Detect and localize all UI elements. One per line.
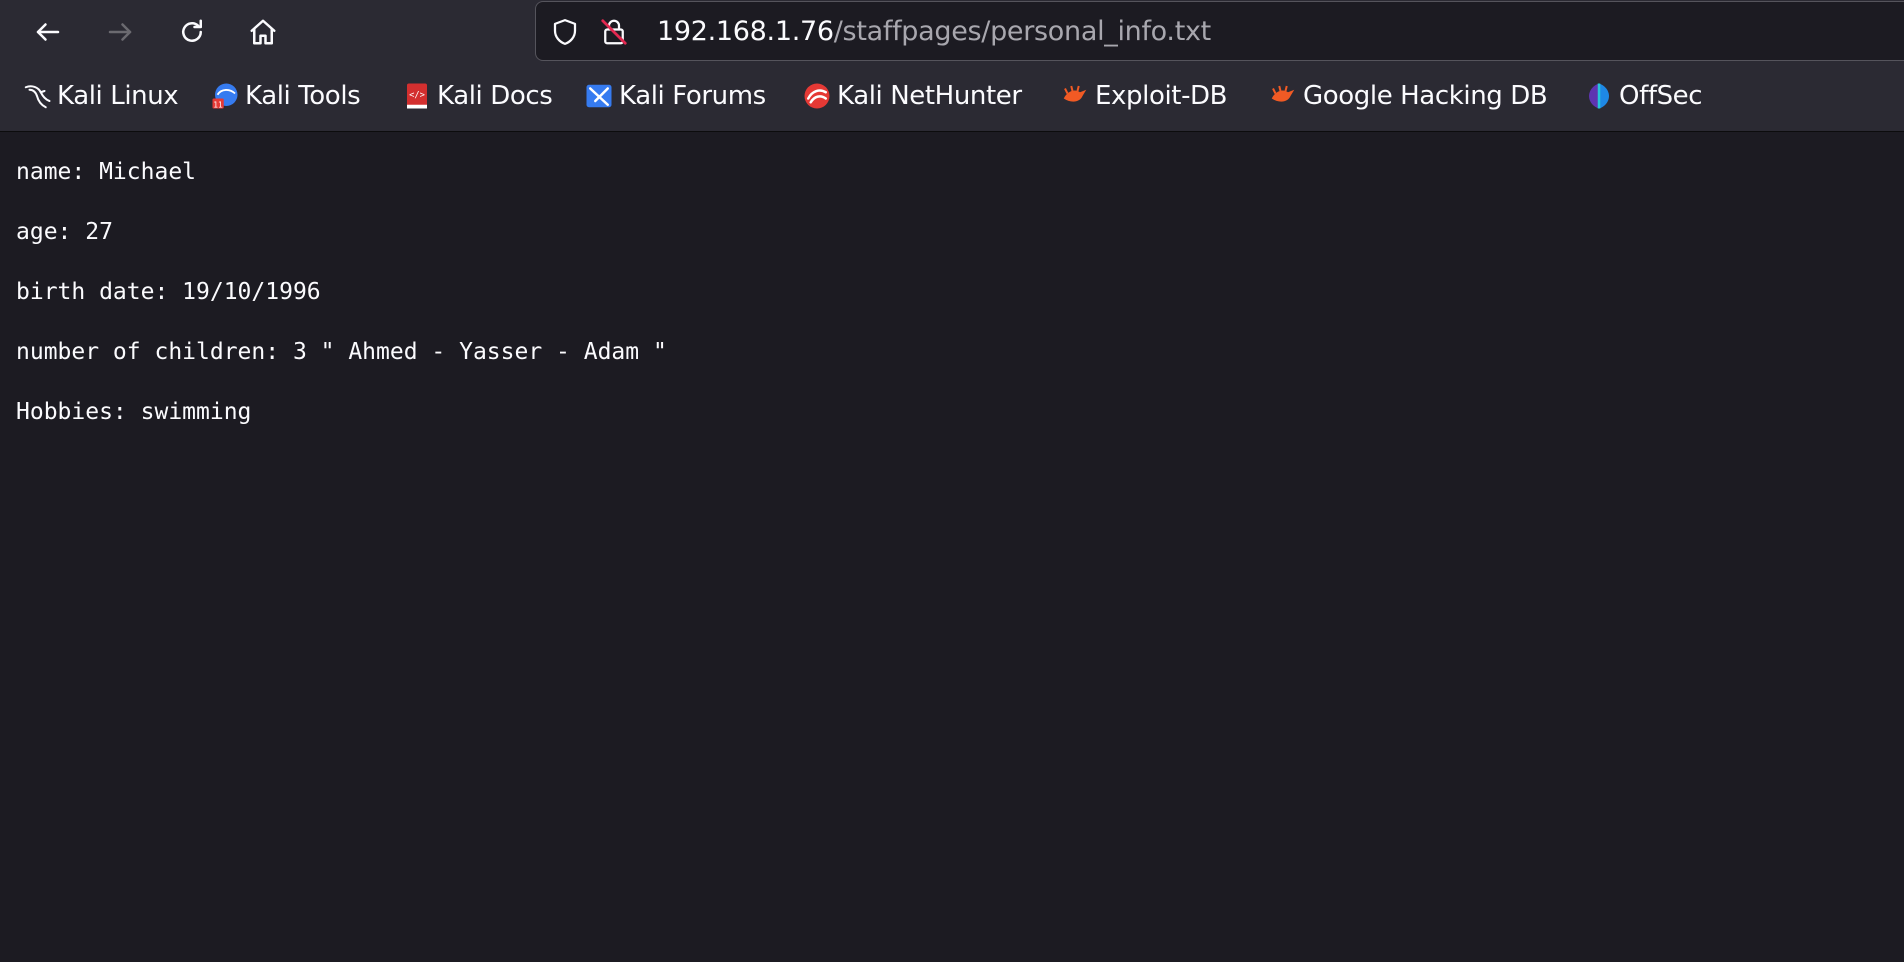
bookmark-exploit-db[interactable]: Exploit-DB: [1060, 76, 1228, 116]
doc-line-hobbies: Hobbies: swimming: [16, 399, 252, 425]
kali-nethunter-icon: [802, 81, 832, 111]
bookmark-kali-tools[interactable]: 11 Kali Tools: [210, 76, 361, 116]
home-icon: [250, 19, 276, 45]
bookmark-label: Google Hacking DB: [1303, 81, 1548, 111]
bookmark-label: Kali NetHunter: [837, 81, 1022, 111]
insecure-lock-icon[interactable]: [598, 16, 630, 48]
bookmark-kali-nethunter[interactable]: Kali NetHunter: [802, 76, 1022, 116]
url-path: /staffpages/personal_info.txt: [833, 16, 1212, 47]
doc-line-children: number of children: 3 " Ahmed - Yasser -…: [16, 339, 667, 365]
home-button[interactable]: [239, 8, 287, 56]
svg-text:</>: </>: [409, 90, 425, 100]
back-arrow-icon: [36, 23, 60, 41]
url-text[interactable]: 192.168.1.76/staffpages/personal_info.tx…: [657, 14, 1211, 50]
kali-docs-icon: </>: [402, 81, 432, 111]
bookmark-label: OffSec: [1619, 81, 1703, 111]
doc-line-birth-date: birth date: 19/10/1996: [16, 279, 321, 305]
bookmarks-toolbar: Kali Linux 11 Kali Tools </> Kali Docs K…: [0, 64, 1904, 132]
kali-tools-icon: 11: [210, 81, 240, 111]
exploit-db-icon: [1060, 81, 1090, 111]
bookmark-label: Kali Tools: [245, 81, 361, 111]
svg-text:11: 11: [213, 100, 223, 109]
shield-icon[interactable]: [549, 16, 581, 48]
back-button[interactable]: [24, 8, 72, 56]
bookmark-google-hacking-db[interactable]: Google Hacking DB: [1268, 76, 1548, 116]
bookmark-label: Kali Forums: [619, 81, 766, 111]
offsec-icon: [1584, 81, 1614, 111]
kali-forums-icon: [584, 81, 614, 111]
text-document: name: Michael age: 27 birth date: 19/10/…: [16, 158, 1886, 458]
forward-arrow-icon: [108, 23, 132, 41]
bookmark-kali-forums[interactable]: Kali Forums: [584, 76, 766, 116]
reload-button[interactable]: [168, 8, 216, 56]
doc-line-name: name: Michael: [16, 159, 197, 185]
address-bar[interactable]: 192.168.1.76/staffpages/personal_info.tx…: [535, 1, 1904, 61]
kali-dragon-icon: [22, 81, 52, 111]
bookmark-label: Kali Docs: [437, 81, 553, 111]
bookmark-label: Exploit-DB: [1095, 81, 1228, 111]
ghdb-icon: [1268, 81, 1298, 111]
bookmark-kali-docs[interactable]: </> Kali Docs: [402, 76, 553, 116]
url-host: 192.168.1.76: [657, 16, 834, 47]
bookmark-label: Kali Linux: [57, 81, 179, 111]
bookmark-offsec[interactable]: OffSec: [1584, 76, 1703, 116]
bookmark-kali-linux[interactable]: Kali Linux: [22, 76, 179, 116]
forward-button[interactable]: [96, 8, 144, 56]
doc-line-age: age: 27: [16, 219, 113, 245]
browser-toolbar: 192.168.1.76/staffpages/personal_info.tx…: [0, 0, 1904, 64]
reload-icon: [182, 19, 202, 42]
